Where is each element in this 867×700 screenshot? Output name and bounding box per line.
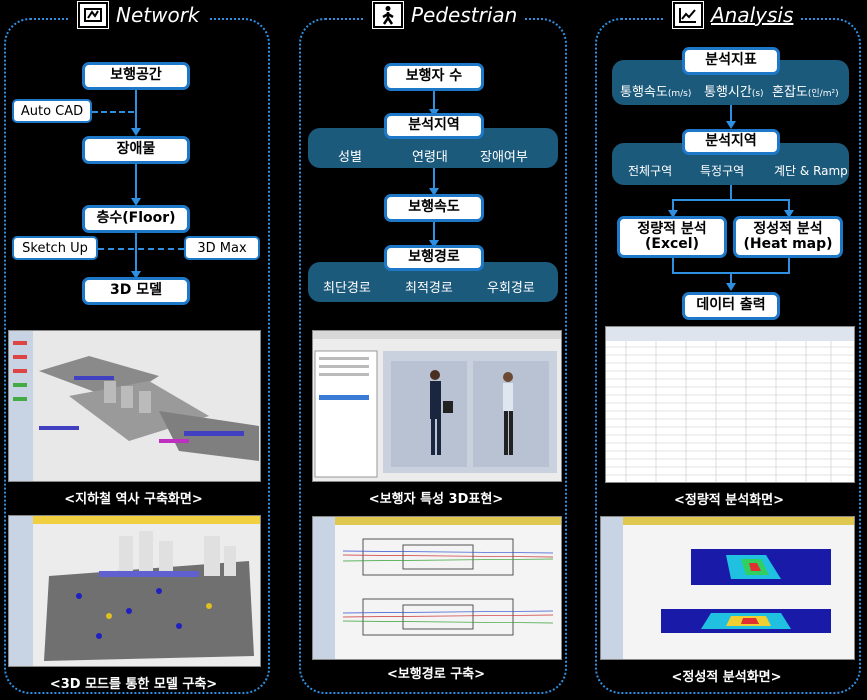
chart-icon (673, 2, 703, 28)
detour-route-label: 우회경로 (487, 281, 535, 296)
analysis-region-box-2: 분석지역 (682, 129, 780, 155)
subway-station-screenshot (8, 330, 261, 482)
network-header: Network (70, 0, 208, 30)
stairs-ramp-label: 계단 & Ramp (774, 164, 848, 178)
quantitative-analysis-screenshot (605, 326, 855, 483)
obstacle-box: 장애물 (82, 136, 190, 164)
autocad-box: Auto CAD (12, 99, 92, 123)
3dmax-box: 3D Max (184, 236, 260, 260)
disability-label: 장애여부 (480, 150, 528, 165)
qualitative-analysis-screenshot (600, 516, 855, 660)
sketchup-box: Sketch Up (12, 236, 98, 260)
pedestrian-title: Pedestrian (411, 3, 518, 27)
quantitative-analysis-box: 정량적 분석 (Excel) (617, 216, 727, 258)
network-caption-1: <지하철 역사 구축화면> (64, 492, 203, 507)
3d-model-screenshot (8, 515, 261, 667)
shortest-route-label: 최단경로 (323, 281, 371, 296)
pedestrian-icon (373, 2, 403, 28)
walking-route-screenshot (312, 516, 562, 660)
qualitative-analysis-box: 정성적 분석 (Heat map) (733, 216, 843, 258)
travel-time-label: 통행시간(s) (704, 85, 764, 100)
analysis-caption-1: <정량적 분석화면> (673, 493, 785, 508)
pedestrian-count-box: 보행자 수 (384, 63, 484, 91)
travel-speed-label: 통행속도(m/s) (620, 85, 692, 100)
walking-speed-box: 보행속도 (384, 194, 484, 222)
gender-label: 성별 (338, 150, 362, 165)
congestion-label: 혼잡도(인/m²) (772, 85, 839, 100)
analysis-title: Analysis (711, 3, 794, 27)
data-output-box: 데이터 출력 (682, 292, 780, 320)
analysis-indicator-box: 분석지표 (682, 47, 780, 75)
analysis-caption-2: <정성적 분석화면> (671, 670, 782, 685)
analysis-region-box: 분석지역 (384, 113, 484, 139)
specific-area-label: 특정구역 (700, 164, 745, 178)
analysis-header: Analysis (665, 0, 802, 30)
pedestrian-3d-screenshot (312, 330, 562, 482)
age-label: 연령대 (412, 150, 448, 165)
walking-route-box: 보행경로 (384, 245, 484, 271)
pedestrian-caption-2: <보행경로 구축> (386, 667, 486, 682)
network-title: Network (116, 3, 200, 27)
network-caption-2: <3D 모드를 통한 모델 구축> (49, 677, 218, 692)
3d-model-box: 3D 모델 (82, 277, 190, 305)
walk-space-box: 보행공간 (82, 62, 190, 90)
network-icon (78, 2, 108, 28)
whole-area-label: 전체구역 (628, 164, 673, 178)
floor-box: 층수(Floor) (82, 205, 190, 233)
pedestrian-caption-1: <보행자 특성 3D표현> (368, 492, 504, 507)
optimal-route-label: 최적경로 (405, 281, 453, 296)
pedestrian-header: Pedestrian (365, 0, 526, 30)
